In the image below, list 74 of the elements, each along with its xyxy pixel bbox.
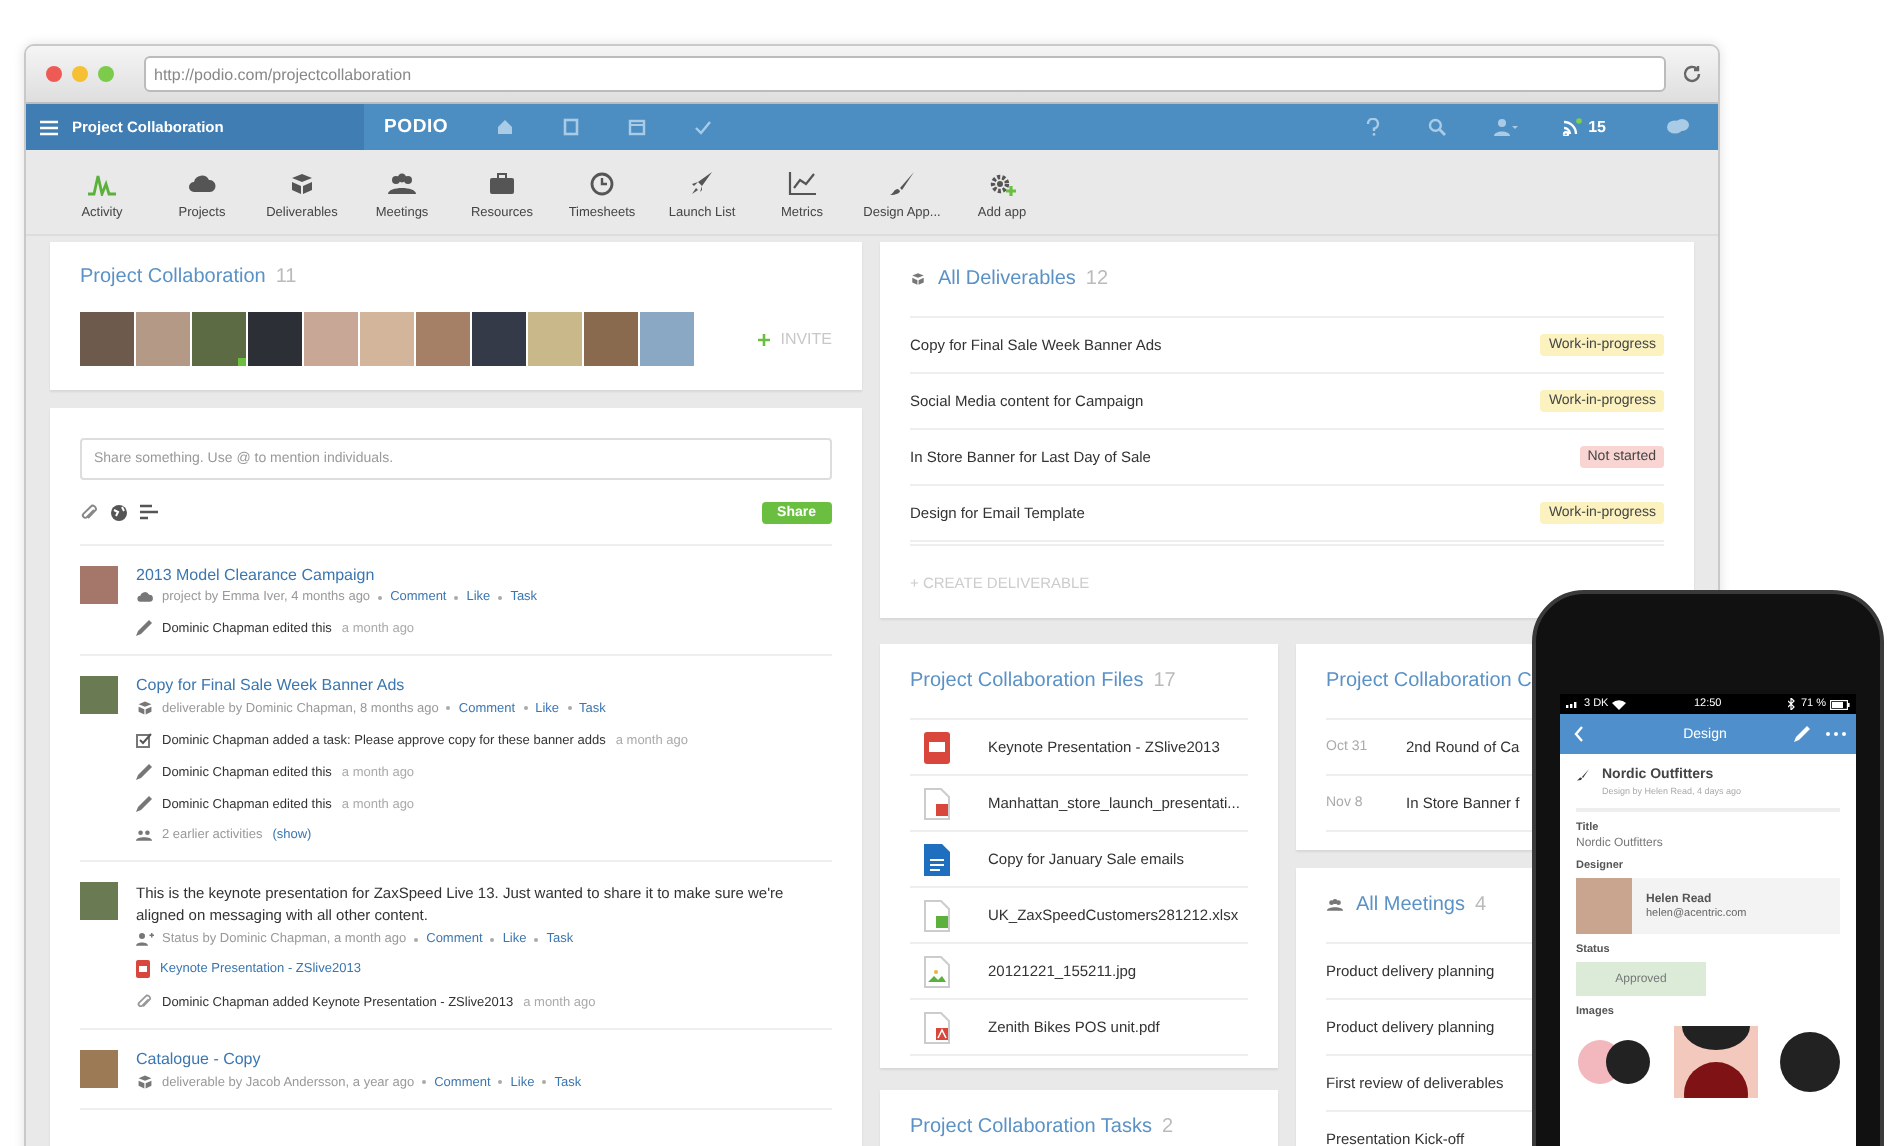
text-lines-icon[interactable] (140, 503, 158, 521)
avatar-photo[interactable] (192, 312, 246, 366)
people-icon (388, 172, 416, 196)
pattern-thumbnail (1674, 1026, 1758, 1098)
task-count: 2 (1162, 1116, 1174, 1138)
brush-icon (1576, 768, 1590, 782)
logo-thumbnail (1780, 1032, 1840, 1092)
card-title[interactable]: Project Collaboration C (1326, 670, 1532, 692)
user-icon[interactable] (1494, 118, 1519, 136)
post-title-link[interactable]: Copy for Final Sale Week Banner Ads (136, 676, 832, 694)
package-icon (136, 700, 154, 716)
book-icon[interactable] (562, 118, 581, 136)
logo-text[interactable]: PODIO (384, 116, 449, 138)
deliverable-count: 12 (1085, 268, 1109, 290)
paperclip-icon[interactable] (80, 503, 98, 521)
signal-icon (1566, 700, 1580, 708)
clock-icon (588, 172, 616, 196)
chart-icon (788, 172, 816, 196)
card-title[interactable]: All Deliverables (938, 268, 1076, 290)
pencil-icon (136, 620, 152, 636)
card-title[interactable]: All Meetings (1356, 894, 1465, 916)
cloud-icon (136, 590, 154, 604)
notification-counter[interactable]: 15 (1562, 118, 1606, 136)
meeting-count: 4 (1474, 894, 1487, 916)
slides-file-icon (924, 787, 950, 819)
post-title-link[interactable]: Catalogue - Copy (136, 1050, 832, 1068)
chat-icon[interactable] (1666, 118, 1690, 136)
minimize-icon[interactable] (72, 66, 88, 82)
reload-icon[interactable] (1682, 64, 1702, 84)
pencil-icon[interactable] (1794, 726, 1811, 742)
card-title[interactable]: Project Collaboration Files (910, 670, 1144, 692)
people-icon (1326, 898, 1344, 912)
address-field[interactable]: http://podio.com/projectcollaboration (144, 56, 1666, 92)
card-title[interactable]: Project Collaboration (80, 266, 266, 288)
paperclip-icon (136, 994, 152, 1010)
spreadsheet-file-icon (924, 899, 950, 931)
close-icon[interactable] (46, 66, 62, 82)
logo-thumbnail (1576, 1038, 1652, 1086)
people-icon (136, 828, 152, 842)
menu-icon[interactable] (40, 119, 58, 135)
document-file-icon (924, 843, 950, 875)
rocket-icon (688, 172, 716, 196)
maximize-icon[interactable] (98, 66, 114, 82)
photo-placeholder (1576, 878, 1632, 934)
bluetooth-icon (1788, 698, 1797, 710)
package-icon (288, 172, 316, 196)
package-icon (136, 1074, 154, 1090)
wifi-icon (1612, 699, 1627, 709)
help-icon[interactable] (1366, 118, 1381, 136)
post-title-link[interactable]: 2013 Model Clearance Campaign (136, 566, 832, 584)
presentation-file-icon (136, 960, 150, 978)
home-icon[interactable] (496, 118, 515, 136)
brush-icon (888, 172, 916, 196)
package-icon (910, 272, 926, 286)
card-title[interactable]: Project Collaboration Tasks (910, 1116, 1152, 1138)
battery-icon (1830, 699, 1851, 709)
pdf-file-icon (924, 1011, 950, 1043)
person-icon (136, 932, 154, 946)
gear-icon (988, 172, 1016, 196)
file-count: 17 (1153, 670, 1176, 692)
briefcase-icon (488, 172, 516, 196)
globe-icon[interactable] (110, 503, 128, 521)
pulse-icon (88, 172, 116, 196)
search-icon[interactable] (1428, 118, 1447, 136)
image-file-icon (924, 955, 950, 987)
feed-icon (1562, 118, 1583, 136)
presentation-file-icon (924, 731, 950, 763)
back-icon[interactable] (1574, 726, 1584, 742)
plus-icon (758, 333, 771, 345)
cloud-icon (188, 172, 216, 196)
calendar-icon[interactable] (628, 118, 647, 136)
member-count: 11 (275, 266, 297, 288)
check-icon[interactable] (694, 118, 713, 136)
checkbox-icon (136, 732, 152, 748)
